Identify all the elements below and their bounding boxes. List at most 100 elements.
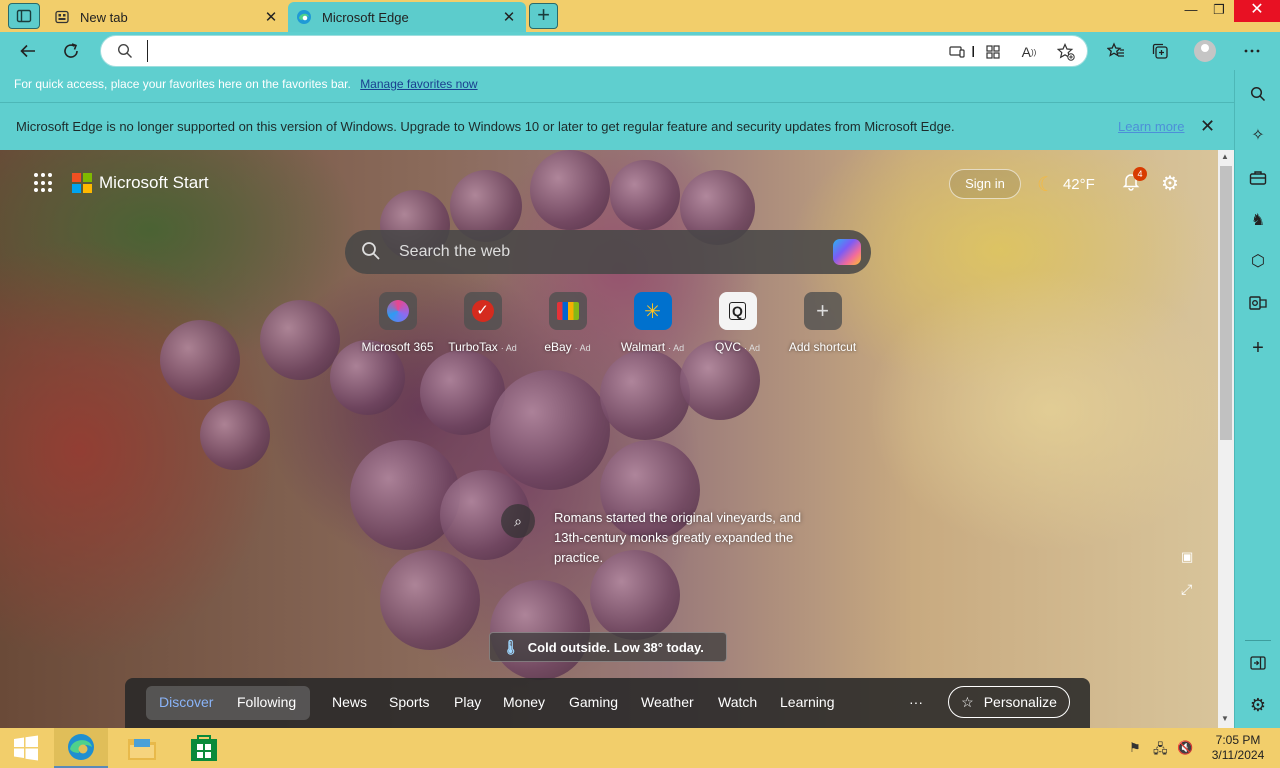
sidebar-divider <box>1245 640 1271 641</box>
volume-muted-icon[interactable]: 🔇 <box>1177 740 1193 756</box>
apps-launcher-icon[interactable] <box>34 173 54 193</box>
sidebar-settings-icon[interactable]: ⚙ <box>1248 695 1268 715</box>
sidebar-add-icon[interactable]: + <box>1248 337 1268 359</box>
refresh-icon[interactable] <box>58 38 84 64</box>
address-input[interactable] <box>147 40 867 62</box>
add-shortcut-button[interactable]: + Add shortcut <box>780 292 865 354</box>
extensions-icon[interactable] <box>983 42 1003 62</box>
tab-actions-icon <box>16 9 32 23</box>
sidebar-search-icon[interactable] <box>1248 84 1268 104</box>
manage-favorites-link[interactable]: Manage favorites now <box>360 77 477 91</box>
sidebar-shopping-icon[interactable] <box>1248 168 1268 188</box>
taskbar-file-explorer[interactable] <box>116 728 168 768</box>
sparkle-star-icon: ☆ <box>961 693 974 710</box>
background-image <box>490 580 590 680</box>
background-image <box>530 150 610 230</box>
sidebar-outlook-icon[interactable] <box>1248 293 1268 313</box>
close-icon[interactable]: ✕ <box>1200 116 1215 137</box>
brand-name[interactable]: Microsoft Start <box>99 173 209 193</box>
taskbar-store[interactable] <box>178 728 230 768</box>
shortcut-walmart[interactable]: ✳ Walmart · Ad <box>610 292 695 354</box>
sidebar-copilot-icon[interactable]: ✧ <box>1248 125 1268 145</box>
minimize-button[interactable]: — <box>1176 0 1206 22</box>
tab-actions-button[interactable] <box>8 3 40 29</box>
new-tab-page: Microsoft Start Sign in ☾ 42°F 4 ⚙ Searc… <box>0 150 1218 728</box>
new-tab-button[interactable]: + <box>529 3 558 29</box>
close-tab-icon[interactable]: ✕ <box>262 8 280 26</box>
page-scrollbar[interactable]: ▲ ▼ <box>1218 150 1234 728</box>
back-icon[interactable] <box>15 38 41 64</box>
restore-button[interactable]: ❐ <box>1204 0 1234 22</box>
tab-label: Microsoft Edge <box>322 9 409 25</box>
system-clock[interactable]: 7:05 PM 3/11/2024 <box>1205 733 1271 763</box>
nav-money[interactable]: Money <box>503 694 545 710</box>
nav-sports[interactable]: Sports <box>389 694 429 710</box>
close-window-button[interactable]: ✕ <box>1234 0 1280 22</box>
nav-discover[interactable]: Discover <box>159 694 213 710</box>
turbotax-icon: ✓ <box>463 292 502 330</box>
temperature: 42°F <box>1062 176 1095 193</box>
scroll-up-icon[interactable]: ▲ <box>1221 152 1229 161</box>
settings-gear-icon[interactable]: ⚙ <box>1161 171 1179 196</box>
scrollbar-thumb[interactable] <box>1220 166 1232 440</box>
address-bar[interactable]: I A)) <box>100 35 1088 67</box>
nav-gaming[interactable]: Gaming <box>569 694 618 710</box>
nav-play[interactable]: Play <box>454 694 481 710</box>
edge-sidebar: ✧ ♞ ⬡ + ⚙ <box>1234 70 1280 728</box>
ebay-bag-icon <box>548 292 587 330</box>
avatar <box>1194 40 1216 62</box>
copilot-icon[interactable] <box>833 239 861 265</box>
image-fact-text[interactable]: Romans started the original vineyards, a… <box>554 508 804 568</box>
nav-watch[interactable]: Watch <box>718 694 757 710</box>
network-icon[interactable]: 🖧 <box>1153 740 1168 762</box>
search-icon <box>117 43 133 64</box>
weather-widget[interactable]: ☾ 42°F <box>1037 172 1095 197</box>
web-search-box[interactable]: Search the web <box>345 230 871 274</box>
nav-weather[interactable]: Weather <box>641 694 694 710</box>
shortcuts-row: Microsoft 365 ✓ TurboTax · Ad eBay · Ad ✳ … <box>355 292 865 354</box>
start-button[interactable] <box>0 728 52 768</box>
taskbar-edge[interactable] <box>54 728 108 768</box>
app-available-icon[interactable] <box>947 42 967 62</box>
expand-icon[interactable]: ⤢ <box>1181 581 1197 597</box>
learn-more-link[interactable]: Learn more <box>1118 119 1184 134</box>
text-cursor-icon: I <box>971 44 976 61</box>
image-info-icon[interactable]: ▣ <box>1181 549 1197 565</box>
action-center-flag-icon[interactable]: ⚑ <box>1129 740 1141 756</box>
sidebar-games-icon[interactable]: ♞ <box>1248 210 1268 230</box>
windows-logo-icon <box>14 735 38 761</box>
shortcut-microsoft-365[interactable]: Microsoft 365 <box>355 292 440 354</box>
add-favorite-icon[interactable] <box>1056 42 1076 62</box>
nav-more-icon[interactable]: ··· <box>909 694 923 710</box>
new-tab-icon <box>55 10 69 24</box>
background-image <box>200 400 270 470</box>
microsoft365-icon <box>378 292 417 330</box>
personalize-button[interactable]: ☆ Personalize <box>948 686 1070 718</box>
favorites-bar-text: For quick access, place your favorites h… <box>14 77 351 91</box>
nav-news[interactable]: News <box>332 694 367 710</box>
more-icon[interactable] <box>1239 38 1265 64</box>
profile-icon[interactable] <box>1192 38 1218 64</box>
magnifier-icon[interactable]: ⌕ <box>501 504 535 538</box>
unsupported-os-infobar: Microsoft Edge is no longer supported on… <box>0 102 1234 150</box>
microsoft-start-header: Microsoft Start <box>34 173 209 193</box>
tab-new-tab[interactable]: New tab ✕ <box>46 2 288 32</box>
weather-banner-text: Cold outside. Low 38° today. <box>527 639 704 655</box>
notification-badge: 4 <box>1133 167 1147 181</box>
shortcut-qvc[interactable]: Q QVC · Ad <box>695 292 780 354</box>
personalize-label: Personalize <box>983 694 1057 710</box>
shortcut-turbotax[interactable]: ✓ TurboTax · Ad <box>440 292 525 354</box>
favorites-icon[interactable] <box>1103 38 1129 64</box>
sign-in-button[interactable]: Sign in <box>949 169 1021 199</box>
sidebar-microsoft365-icon[interactable]: ⬡ <box>1248 251 1268 271</box>
close-tab-icon[interactable]: ✕ <box>500 8 518 26</box>
shortcut-ebay[interactable]: eBay · Ad <box>525 292 610 354</box>
scroll-down-icon[interactable]: ▼ <box>1221 714 1229 723</box>
hide-sidebar-icon[interactable] <box>1248 653 1268 673</box>
nav-following[interactable]: Following <box>237 694 296 710</box>
read-aloud-icon[interactable]: A)) <box>1019 42 1039 62</box>
nav-learning[interactable]: Learning <box>780 694 835 710</box>
weather-banner[interactable]: 🌡 Cold outside. Low 38° today. <box>489 632 727 662</box>
collections-icon[interactable] <box>1147 38 1173 64</box>
tab-microsoft-edge[interactable]: Microsoft Edge ✕ <box>288 2 526 32</box>
